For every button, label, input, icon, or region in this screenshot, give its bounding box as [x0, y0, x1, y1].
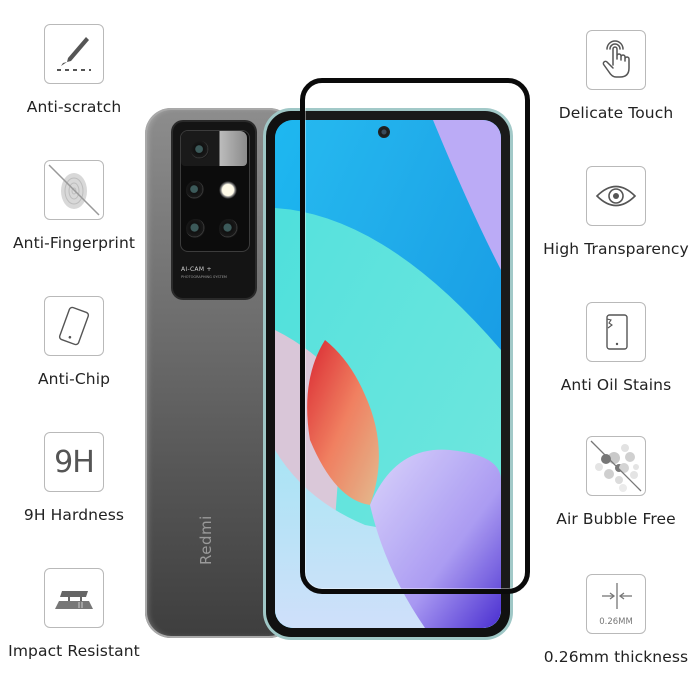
feature-label: Anti-scratch	[26, 98, 122, 116]
camera-lens	[186, 181, 204, 199]
feature-label: Anti-Chip	[37, 370, 111, 388]
feature-label: 0.26mm thickness	[543, 648, 689, 666]
feature-label: Anti-Fingerprint	[12, 234, 136, 252]
feature-high-transparency: High Transparency	[536, 166, 696, 258]
brand-logo-text: Redmi	[197, 515, 215, 565]
camera-lens	[186, 219, 205, 238]
screen-protector-glass	[300, 78, 530, 594]
feature-impact-resistant: Impact Resistant	[0, 568, 154, 660]
feature-icon-box: 9H	[44, 432, 104, 492]
tilted-phone-icon	[58, 306, 90, 346]
feature-icon-box	[44, 160, 104, 220]
9h-icon: 9H	[54, 444, 95, 480]
feature-icon-box	[586, 166, 646, 226]
eye-icon	[595, 185, 637, 207]
feature-label: Anti Oil Stains	[560, 376, 672, 394]
feature-label: Impact Resistant	[8, 642, 140, 660]
feature-anti-scratch: Anti-scratch	[0, 24, 154, 116]
camera-label: AI-CAM +	[181, 266, 212, 273]
feature-icon-box	[44, 296, 104, 356]
feature-thickness: 0.26MM 0.26mm thickness	[536, 574, 696, 666]
feature-delicate-touch: Delicate Touch	[536, 30, 696, 122]
layered-plates-icon	[55, 591, 93, 609]
camera-sublabel: PHOTOGRAPHING SYSTEM	[181, 275, 227, 279]
feature-anti-fingerprint: Anti-Fingerprint	[0, 160, 154, 252]
feature-label: High Transparency	[543, 240, 689, 258]
camera-flash	[219, 181, 237, 199]
feature-icon-box	[586, 30, 646, 90]
feature-label: Delicate Touch	[558, 104, 674, 122]
feature-icon-box	[44, 568, 104, 628]
feature-icon-box	[44, 24, 104, 84]
feature-air-bubble-free: Air Bubble Free	[536, 436, 696, 528]
feature-icon-box	[586, 302, 646, 362]
feature-label: 9H Hardness	[23, 506, 125, 524]
fingerprint-crossed-icon	[48, 164, 100, 216]
feature-anti-oil-stains: Anti Oil Stains	[536, 302, 696, 394]
touch-hand-icon	[602, 40, 630, 78]
main-camera-lens	[191, 141, 209, 159]
feature-label: Air Bubble Free	[556, 510, 676, 528]
camera-lens	[219, 219, 238, 238]
thickness-value-text: 0.26MM	[599, 617, 633, 627]
phone-corner-chip-icon	[606, 314, 628, 350]
feature-anti-chip: Anti-Chip	[0, 296, 154, 388]
feature-icon-box	[586, 436, 646, 496]
bubbles-crossed-icon	[590, 440, 642, 492]
blade-scratch-icon	[57, 37, 91, 71]
feature-9h-hardness: 9H 9H Hardness	[0, 432, 154, 524]
feature-icon-box: 0.26MM	[586, 574, 646, 634]
